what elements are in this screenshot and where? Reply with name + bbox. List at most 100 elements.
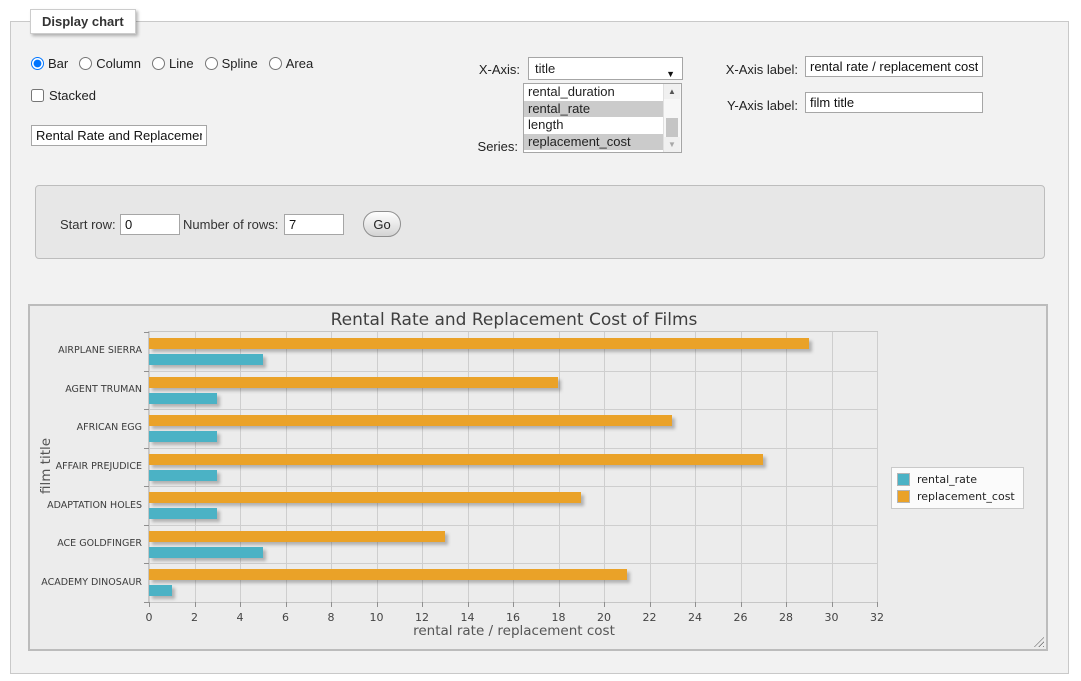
- gridline-vertical: [468, 332, 469, 602]
- y-tick-mark: [144, 448, 149, 449]
- chart-type-radio-bar[interactable]: [31, 57, 44, 70]
- gridline-vertical: [877, 332, 878, 602]
- gridline-horizontal: [149, 486, 877, 487]
- legend-item-replacement_cost: replacement_cost: [895, 488, 1017, 505]
- gridline-vertical: [422, 332, 423, 602]
- start-row-input[interactable]: [120, 214, 180, 235]
- scroll-up-icon[interactable]: ▲: [664, 84, 680, 99]
- rows-panel: Start row: Number of rows: Go: [35, 185, 1045, 259]
- chart-type-radio-line[interactable]: [152, 57, 165, 70]
- y-tick-mark: [144, 409, 149, 410]
- x-tick-mark: [377, 602, 378, 607]
- chart-type-radio-column[interactable]: [79, 57, 92, 70]
- x-axis-title: rental rate / replacement cost: [30, 623, 998, 639]
- y-tick-mark: [144, 602, 149, 603]
- chart-type-column[interactable]: Column: [79, 56, 141, 71]
- series-option-rental_rate[interactable]: rental_rate: [524, 101, 664, 118]
- chart-type-spline[interactable]: Spline: [205, 56, 258, 71]
- gridline-vertical: [695, 332, 696, 602]
- chart-title-input[interactable]: [31, 125, 207, 146]
- series-option-replacement_cost[interactable]: replacement_cost: [524, 134, 664, 151]
- bar-rental_rate[interactable]: [149, 508, 217, 519]
- bar-replacement_cost[interactable]: [149, 377, 558, 388]
- chart-type-radio-area[interactable]: [269, 57, 282, 70]
- chart-type-bar[interactable]: Bar: [31, 56, 68, 71]
- x-tick-mark: [195, 602, 196, 607]
- y-tick-mark: [144, 486, 149, 487]
- category-label: AFRICAN EGG: [30, 422, 142, 433]
- chart-type-label: Bar: [48, 56, 68, 71]
- x-tick-mark: [331, 602, 332, 607]
- num-rows-input[interactable]: [284, 214, 344, 235]
- bar-replacement_cost[interactable]: [149, 492, 581, 503]
- series-option-rental_duration[interactable]: rental_duration: [524, 84, 664, 101]
- chart-type-group: Bar Column Line Spline Area: [31, 56, 313, 71]
- gridline-horizontal: [149, 448, 877, 449]
- x-axis-select[interactable]: title ▼: [528, 57, 683, 80]
- x-tick-mark: [468, 602, 469, 607]
- gridline-vertical: [786, 332, 787, 602]
- gridline-horizontal: [149, 525, 877, 526]
- bar-replacement_cost[interactable]: [149, 338, 809, 349]
- chart-legend: rental_ratereplacement_cost: [891, 467, 1024, 509]
- y-axis-label-input[interactable]: [805, 92, 983, 113]
- num-rows-caption: Number of rows:: [183, 217, 278, 232]
- x-tick-mark: [240, 602, 241, 607]
- gridline-horizontal: [149, 409, 877, 410]
- go-button[interactable]: Go: [363, 211, 401, 237]
- bar-rental_rate[interactable]: [149, 393, 217, 404]
- bar-rental_rate[interactable]: [149, 354, 263, 365]
- gridline-vertical: [650, 332, 651, 602]
- bar-rental_rate[interactable]: [149, 547, 263, 558]
- x-tick-mark: [877, 602, 878, 607]
- stacked-checkbox[interactable]: [31, 89, 44, 102]
- stacked-option[interactable]: Stacked: [31, 88, 96, 103]
- bar-rental_rate[interactable]: [149, 431, 217, 442]
- legend-swatch-icon: [897, 490, 910, 503]
- chart-title: Rental Rate and Replacement Cost of Film…: [30, 310, 998, 330]
- bar-replacement_cost[interactable]: [149, 569, 627, 580]
- x-tick-mark: [650, 602, 651, 607]
- x-tick-mark: [741, 602, 742, 607]
- category-label: ADAPTATION HOLES: [30, 500, 142, 511]
- series-listbox[interactable]: rental_durationrental_ratelengthreplacem…: [523, 83, 682, 153]
- gridline-vertical: [286, 332, 287, 602]
- series-options: rental_durationrental_ratelengthreplacem…: [524, 84, 681, 150]
- bar-rental_rate[interactable]: [149, 470, 217, 481]
- category-label: AGENT TRUMAN: [30, 384, 142, 395]
- chart-type-radio-spline[interactable]: [205, 57, 218, 70]
- gridline-vertical: [195, 332, 196, 602]
- x-tick-mark: [559, 602, 560, 607]
- bar-replacement_cost[interactable]: [149, 415, 672, 426]
- category-label: ACE GOLDFINGER: [30, 538, 142, 549]
- x-axis-label-input[interactable]: [805, 56, 983, 77]
- chart-type-label: Area: [286, 56, 313, 71]
- x-tick-mark: [786, 602, 787, 607]
- gridline-horizontal: [149, 563, 877, 564]
- gridline-horizontal: [149, 371, 877, 372]
- gridline-vertical: [559, 332, 560, 602]
- legend-item-rental_rate: rental_rate: [895, 471, 1017, 488]
- scroll-down-icon[interactable]: ▼: [664, 137, 680, 152]
- series-option-length[interactable]: length: [524, 117, 664, 134]
- series-scrollbar[interactable]: ▲ ▼: [663, 84, 681, 152]
- y-tick-mark: [144, 563, 149, 564]
- gridline-vertical: [240, 332, 241, 602]
- y-tick-mark: [144, 371, 149, 372]
- bar-replacement_cost[interactable]: [149, 454, 763, 465]
- fieldset-legend: Display chart: [30, 9, 136, 34]
- chart-panel: Rental Rate and Replacement Cost of Film…: [28, 304, 1048, 651]
- resize-handle-icon[interactable]: [1034, 637, 1044, 647]
- bar-rental_rate[interactable]: [149, 585, 172, 596]
- chart-type-area[interactable]: Area: [269, 56, 313, 71]
- chart-type-line[interactable]: Line: [152, 56, 194, 71]
- gridline-vertical: [331, 332, 332, 602]
- stacked-label: Stacked: [49, 88, 96, 103]
- legend-swatch-icon: [897, 473, 910, 486]
- x-tick-mark: [286, 602, 287, 607]
- gridline-vertical: [513, 332, 514, 602]
- category-label: AIRPLANE SIERRA: [30, 345, 142, 356]
- scrollbar-thumb[interactable]: [666, 118, 678, 138]
- category-label: ACADEMY DINOSAUR: [30, 577, 142, 588]
- bar-replacement_cost[interactable]: [149, 531, 445, 542]
